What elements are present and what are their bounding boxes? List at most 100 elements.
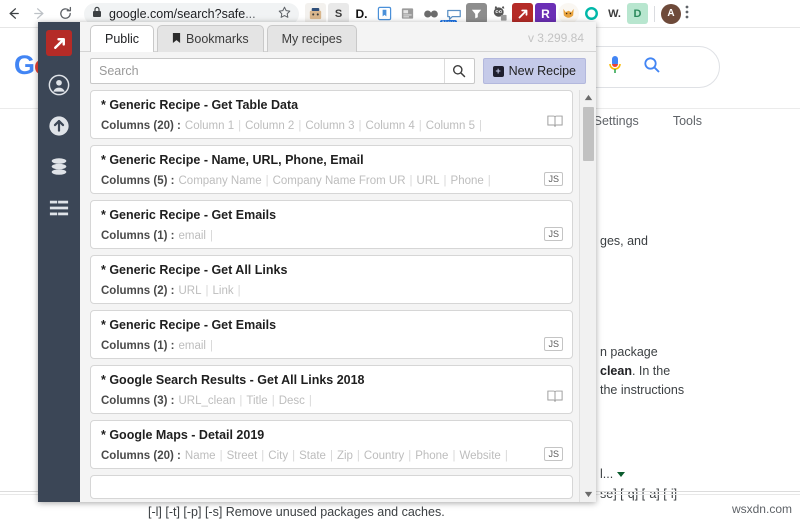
fox-extension-icon[interactable]	[558, 3, 579, 24]
recipe-card[interactable]: * Generic Recipe - Name, URL, Phone, Ema…	[90, 145, 573, 194]
recipe-card[interactable]: * Generic Recipe - Get Emails Columns (1…	[90, 310, 573, 359]
recipe-card[interactable]: * Generic Recipe - Get Emails Columns (1…	[90, 200, 573, 249]
popup-sidebar	[38, 22, 80, 502]
page-bottom-text: [-l] [-t] [-p] [-s] Remove unused packag…	[148, 505, 445, 519]
r-extension-icon[interactable]: R	[535, 3, 556, 24]
snippet-bold-clean: clean	[600, 364, 632, 378]
columns-word: Columns	[101, 175, 151, 187]
microphone-icon[interactable]	[607, 55, 623, 80]
columns-label: Columns (1) :	[101, 340, 175, 352]
tab-public-label: Public	[105, 32, 140, 46]
column-name: Column 3	[305, 120, 355, 132]
snippet-line-5-text: l...	[600, 467, 614, 481]
dashlane-extension-icon[interactable]: D.	[351, 3, 372, 24]
js-badge-label: JS	[544, 337, 563, 351]
recipe-card-partial[interactable]	[90, 475, 573, 499]
kebab-menu-icon[interactable]	[685, 4, 689, 23]
scrollbar-thumb[interactable]	[583, 107, 594, 161]
columns-word: Columns	[101, 230, 151, 242]
recipe-columns: Columns (1) : email |	[101, 340, 213, 352]
database-icon[interactable]	[47, 155, 71, 179]
column-name: Street	[226, 450, 258, 462]
recipe-card[interactable]: * Google Search Results - Get All Links …	[90, 365, 573, 414]
url-visible: google.com/search?safe	[109, 6, 246, 21]
popup-content: Public Bookmarks My recipes v 3.299.84 S…	[80, 22, 596, 502]
recipe-card[interactable]: * Google Maps - Detail 2019 Columns (20)…	[90, 420, 573, 469]
ring-extension-icon[interactable]	[581, 3, 602, 24]
w-extension-icon[interactable]: W.	[604, 3, 625, 24]
back-arrow-icon[interactable]	[0, 1, 26, 27]
columns-count: (2)	[153, 285, 168, 297]
webscraper-logo-icon[interactable]	[46, 30, 72, 56]
book-badge-icon[interactable]	[547, 114, 563, 132]
goggles-extension-icon[interactable]	[420, 3, 441, 24]
column-name: Column 5	[425, 120, 475, 132]
js-badge[interactable]: JS	[544, 224, 563, 242]
columns-word: Columns	[101, 395, 151, 407]
tab-bookmarks-label: Bookmarks	[186, 32, 249, 46]
recipe-columns: Columns (20) : Column 1 | Column 2 | Colum…	[101, 120, 482, 132]
columns-count: (1)	[153, 230, 168, 242]
column-name: Name	[184, 450, 216, 462]
expand-caret-icon[interactable]	[617, 472, 626, 478]
columns-word: Columns	[101, 450, 151, 462]
columns-count: (20)	[153, 120, 174, 132]
news-extension-icon[interactable]	[397, 3, 418, 24]
column-name: Link	[212, 285, 234, 297]
tab-bookmarks[interactable]: Bookmarks	[157, 25, 264, 52]
recipe-card[interactable]: * Generic Recipe - Get Table Data Column…	[90, 90, 573, 139]
tab-my-recipes[interactable]: My recipes	[266, 25, 358, 52]
recipe-columns: Columns (3) : URL_clean | Title | Desc |	[101, 395, 312, 407]
js-badge-label: JS	[544, 172, 563, 186]
filter-extension-icon[interactable]	[466, 3, 487, 24]
bookmark-extension-icon[interactable]	[374, 3, 395, 24]
book-badge-icon[interactable]	[547, 389, 563, 407]
recipe-list: * Generic Recipe - Get Table Data Column…	[80, 90, 579, 502]
js-badge-label: JS	[544, 227, 563, 241]
robot-extension-icon[interactable]	[305, 3, 326, 24]
column-name: URL	[178, 285, 202, 297]
recipe-list-wrapper: * Generic Recipe - Get Table Data Column…	[80, 90, 596, 502]
extensions-bar: S D. New R	[305, 3, 689, 28]
tools-link[interactable]: Tools	[673, 114, 702, 128]
new-tab-extension-icon[interactable]: New	[440, 3, 464, 28]
evernote-extension-icon[interactable]: S	[328, 3, 349, 24]
recipe-columns: Columns (1) : email |	[101, 230, 213, 242]
search-field-wrapper[interactable]	[90, 58, 475, 84]
webscraper-extension-icon[interactable]	[512, 3, 533, 24]
recipe-columns: Columns (5) : Company Name | Company Name…	[101, 175, 491, 187]
js-badge[interactable]: JS	[544, 444, 563, 462]
star-icon[interactable]	[278, 6, 291, 22]
screenshot-root: Google Settings Tools	[0, 0, 800, 520]
logo-letter: G	[14, 50, 35, 80]
column-name: Website	[459, 450, 501, 462]
search-icon[interactable]	[643, 56, 661, 79]
scroll-up-arrow-icon[interactable]	[580, 90, 596, 105]
column-name: Company Name	[178, 175, 262, 187]
recipe-card[interactable]: * Generic Recipe - Get All Links Columns…	[90, 255, 573, 304]
snippet-line-4: the instructions	[600, 383, 685, 397]
search-input[interactable]	[91, 59, 444, 83]
d-extension-icon[interactable]: D	[627, 3, 648, 24]
scroll-down-arrow-icon[interactable]	[580, 487, 596, 502]
list-icon[interactable]	[47, 196, 71, 220]
upload-icon[interactable]	[47, 114, 71, 138]
column-name: Phone	[450, 175, 484, 187]
search-icon[interactable]	[443, 59, 474, 83]
column-name: State	[299, 450, 326, 462]
column-name: Desc	[278, 395, 305, 407]
octocat-extension-icon[interactable]	[489, 3, 510, 24]
settings-link[interactable]: Settings	[594, 114, 639, 128]
tab-public[interactable]: Public	[90, 25, 155, 52]
recipe-list-scrollbar[interactable]	[579, 90, 596, 502]
column-name: Company Name From UR	[272, 175, 406, 187]
account-icon[interactable]	[47, 73, 71, 97]
version-label: v 3.299.84	[527, 31, 584, 45]
js-badge[interactable]: JS	[544, 169, 563, 187]
new-recipe-button[interactable]: + New Recipe	[482, 58, 586, 84]
column-name: City	[268, 450, 289, 462]
js-badge[interactable]: JS	[544, 334, 563, 352]
column-name: email	[178, 230, 206, 242]
profile-avatar[interactable]: A	[661, 3, 681, 24]
column-name: Title	[246, 395, 268, 407]
